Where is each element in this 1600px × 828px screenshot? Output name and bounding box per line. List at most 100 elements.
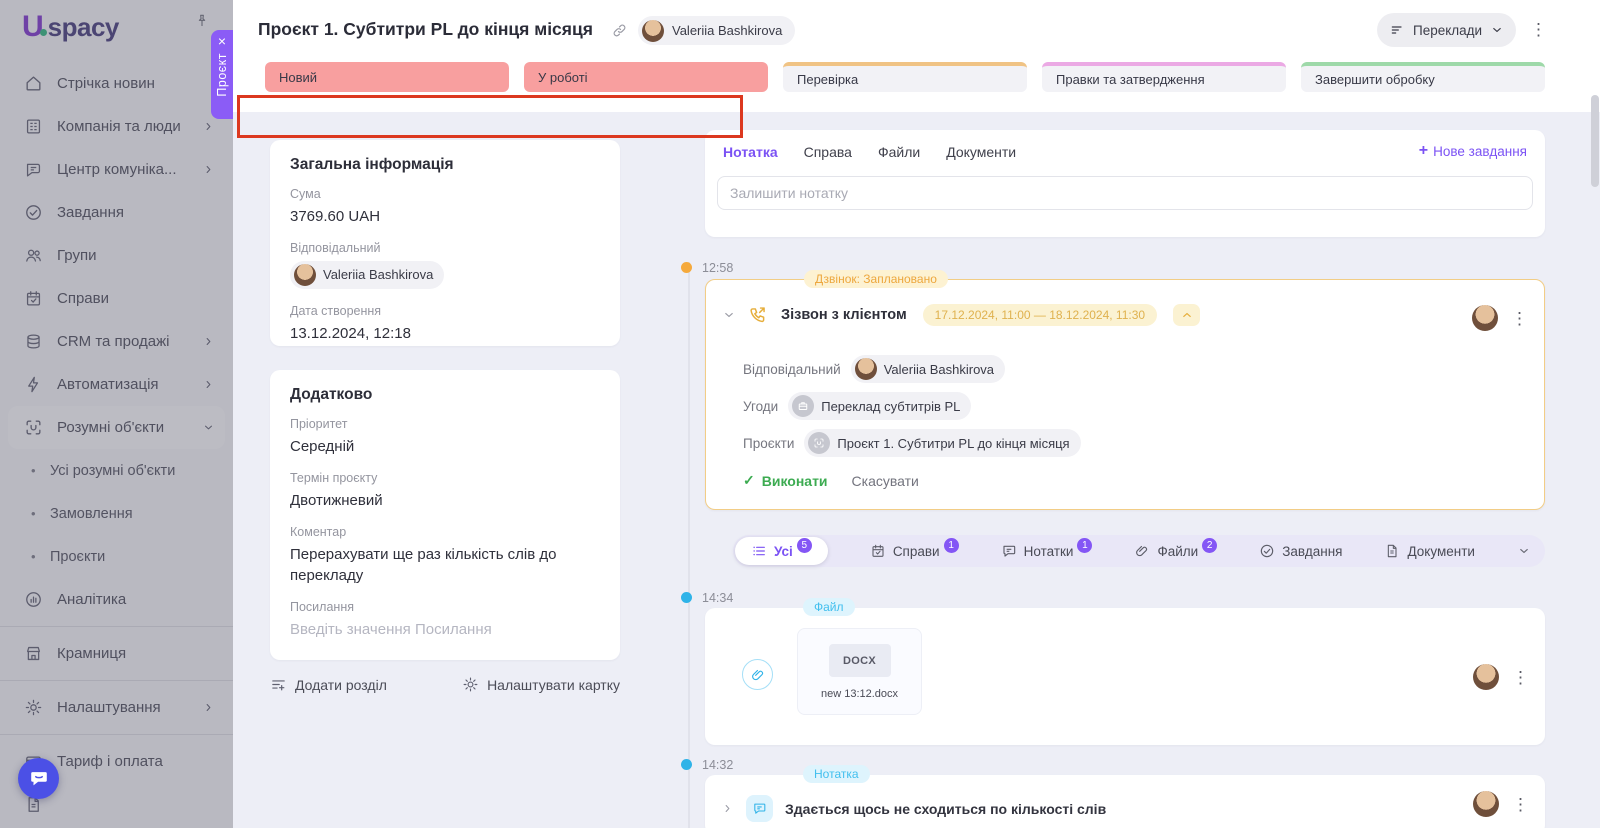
complete-button[interactable]: ✓ Виконати — [743, 472, 828, 489]
new-task-label: Нове завдання — [1433, 143, 1527, 159]
count-badge: 2 — [1202, 537, 1218, 553]
field-value-sum[interactable]: 3769.60 UAH — [290, 206, 600, 228]
filter-lines-icon — [1389, 22, 1405, 38]
slideover-tab-project[interactable]: × Проєкт — [211, 30, 233, 119]
responsible-chip[interactable]: Valeriia Bashkirova — [290, 260, 445, 289]
field-label-link: Посилання — [290, 600, 354, 614]
scrollbar-thumb[interactable] — [1591, 95, 1599, 187]
call-projects-label: Проєкти — [743, 435, 795, 451]
project-chip[interactable]: Проєкт 1. Субтитри PL до кінця місяця — [804, 429, 1081, 457]
cancel-button[interactable]: Скасувати — [852, 473, 919, 489]
smart-objects-icon — [813, 437, 825, 449]
timeline-dot-file — [681, 592, 692, 603]
view-selector-button[interactable]: Переклади — [1377, 13, 1517, 47]
stage-edits-approval[interactable]: Правки та затвердження — [1042, 62, 1286, 92]
paperclip-icon — [1134, 543, 1150, 559]
tab-files[interactable]: Файли — [878, 144, 920, 160]
call-deals-row: Угоди Переклад субтитрів PL — [743, 392, 972, 420]
timeline-time: 12:58 — [702, 261, 734, 275]
filter-tab-activities[interactable]: Справи 1 — [870, 537, 959, 559]
call-projects-row: Проєкти Проєкт 1. Субтитри PL до кінця м… — [743, 429, 1081, 457]
chevron-up-icon — [1180, 308, 1194, 322]
tab-activity[interactable]: Справа — [804, 144, 852, 160]
slideover-tab-label: Проєкт — [215, 53, 229, 97]
field-label-responsible: Відповідальний — [290, 240, 381, 255]
header-more-button[interactable]: ⋮ — [1530, 21, 1547, 38]
avatar — [854, 358, 877, 380]
stage-finish[interactable]: Завершити обробку — [1301, 62, 1545, 92]
sidebar-dim-overlay — [0, 0, 233, 828]
page-title: Проєкт 1. Субтитри PL до кінця місяця — [258, 19, 593, 39]
close-icon[interactable]: × — [218, 33, 226, 50]
timeline-dot-note — [681, 759, 692, 770]
responsible-name: Valeriia Bashkirova — [883, 361, 995, 377]
filter-tab-notes[interactable]: Нотатки 1 — [1001, 537, 1093, 559]
stage-new[interactable]: Новий — [265, 62, 509, 92]
gear-icon — [462, 676, 479, 693]
field-value-priority[interactable]: Середній — [290, 436, 600, 458]
call-title[interactable]: Зізвон з клієнтом — [781, 307, 907, 323]
stage-in-progress[interactable]: У роботі — [524, 62, 768, 92]
call-responsible-label: Відповідальний — [743, 361, 841, 377]
filter-tab-label: Нотатки — [1023, 543, 1074, 559]
new-task-button[interactable]: + Нове завдання — [1419, 143, 1527, 159]
sidebar: U spacy Стрічка новин Компанія та люди Ц… — [0, 0, 233, 828]
calendar-icon — [870, 543, 886, 559]
timeline-time: 14:34 — [702, 591, 734, 605]
feed-filter-bar: Усі 5 Справи 1 Нотатки 1 Файли 2 Завданн… — [733, 535, 1545, 567]
view-selector-label: Переклади — [1413, 22, 1483, 38]
avatar — [1473, 791, 1499, 817]
tab-documents[interactable]: Документи — [946, 144, 1016, 160]
chat-bubble-icon — [28, 768, 50, 790]
note-icon-square — [746, 795, 773, 822]
filter-tab-label: Справи — [892, 543, 940, 559]
check-icon: ✓ — [743, 472, 755, 488]
timeline-line — [688, 262, 690, 828]
file-more-button[interactable]: ⋮ — [1512, 669, 1529, 686]
list-icon — [751, 543, 767, 559]
collapse-button[interactable] — [1173, 304, 1201, 326]
responsible-name: Valeriia Bashkirova — [323, 267, 434, 283]
link-field-placeholder[interactable]: Введіть значення Посилання — [290, 619, 600, 641]
configure-card-button[interactable]: Налаштувати картку — [462, 676, 620, 693]
chevron-down-icon[interactable] — [1517, 544, 1531, 558]
support-chat-button[interactable] — [18, 758, 59, 799]
filter-tab-all[interactable]: Усі 5 — [735, 537, 828, 565]
responsible-chip[interactable]: Valeriia Bashkirova — [850, 355, 1006, 383]
chevron-right-icon[interactable] — [721, 802, 734, 815]
add-section-icon — [270, 676, 287, 693]
card-title: Загальна інформація — [290, 156, 454, 173]
deal-chip[interactable]: Переклад субтитрів PL — [788, 392, 972, 420]
count-badge: 1 — [1077, 537, 1093, 553]
field-value-created: 13.12.2024, 12:18 — [290, 324, 411, 342]
note-text[interactable]: Здається щось не сходиться по кількості … — [785, 801, 1106, 817]
tab-note[interactable]: Нотатка — [723, 144, 778, 160]
paperclip-icon — [750, 667, 766, 683]
note-more-button[interactable]: ⋮ — [1512, 796, 1529, 813]
filter-tab-documents[interactable]: Документи — [1384, 543, 1475, 559]
filter-tab-files[interactable]: Файли 2 — [1134, 537, 1218, 559]
call-header-row: Зізвон з клієнтом 17.12.2024, 11:00 — 18… — [722, 304, 1201, 326]
field-value-comment[interactable]: Перерахувати ще раз кількість слів до пе… — [290, 544, 600, 588]
uspacy-app: U spacy Стрічка новин Компанія та люди Ц… — [0, 0, 1600, 828]
chevron-down-icon[interactable] — [722, 308, 736, 322]
call-more-button[interactable]: ⋮ — [1511, 310, 1528, 327]
owner-chip[interactable]: Valeriia Bashkirova — [638, 16, 796, 45]
call-period-badge: 17.12.2024, 11:00 — 18.12.2024, 11:30 — [922, 304, 1158, 326]
note-input[interactable] — [717, 176, 1533, 210]
avatar — [1473, 664, 1499, 690]
filter-tab-tasks[interactable]: Завдання — [1259, 543, 1342, 559]
avatar — [642, 19, 664, 42]
stage-review[interactable]: Перевірка — [783, 62, 1027, 92]
timeline-time: 14:32 — [702, 758, 734, 772]
add-section-button[interactable]: Додати розділ — [270, 676, 387, 693]
general-info-card: Загальна інформація Сума 3769.60 UAH Від… — [270, 140, 620, 346]
check-circle-icon — [1259, 543, 1275, 559]
deal-icon — [792, 395, 815, 417]
link-icon[interactable] — [611, 22, 628, 39]
file-preview[interactable]: DOCX new 13:12.docx — [797, 628, 922, 715]
field-label-priority: Пріоритет — [290, 417, 348, 431]
complete-label: Виконати — [761, 472, 828, 489]
field-value-term[interactable]: Двотижневий — [290, 490, 600, 512]
file-card-controls: ⋮ — [1473, 664, 1529, 690]
